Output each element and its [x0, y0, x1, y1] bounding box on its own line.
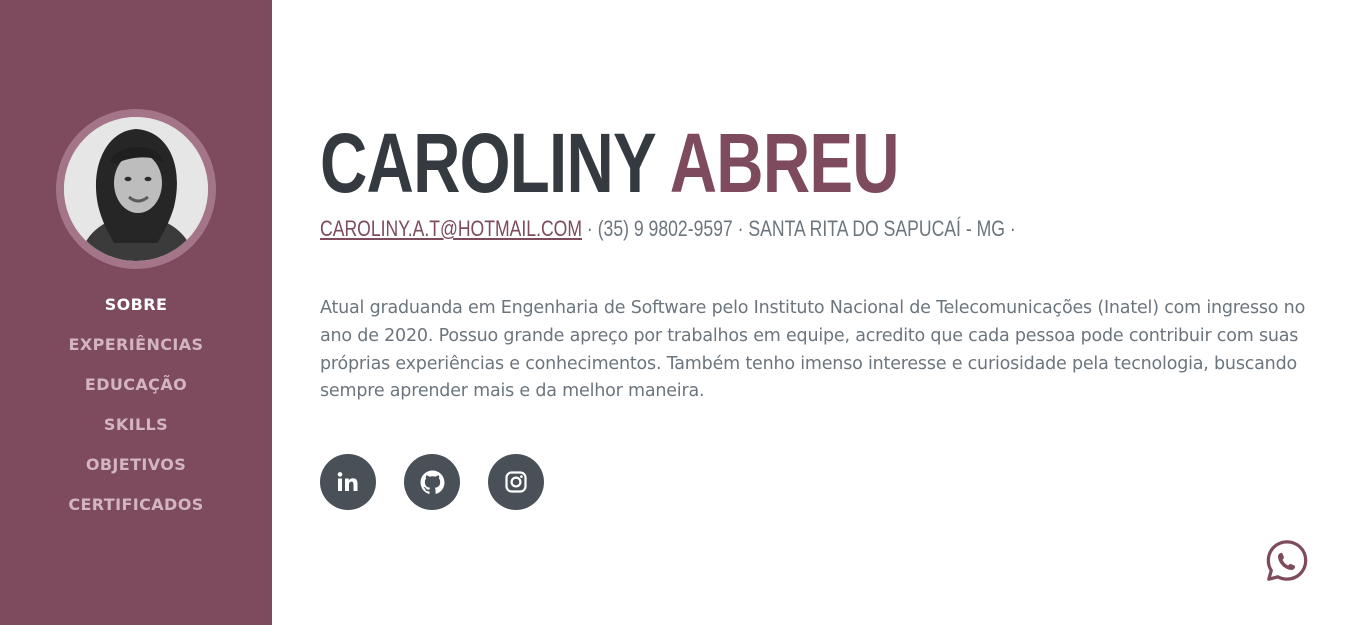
profile-name: CAROLINY ABREU: [320, 116, 900, 210]
instagram-icon: [505, 471, 527, 493]
profile-photo: [56, 109, 216, 269]
phone-number: (35) 9 9802-9597: [597, 216, 733, 241]
about-paragraph: Atual graduanda em Engenharia de Softwar…: [320, 298, 1306, 402]
nav-item-objetivos[interactable]: OBJETIVOS: [0, 453, 272, 493]
whatsapp-button[interactable]: [1264, 538, 1310, 584]
instagram-button[interactable]: [488, 454, 544, 510]
contact-line: CAROLINY.A.T@HOTMAIL.COM · (35) 9 9802-9…: [320, 214, 1016, 244]
github-button[interactable]: [404, 454, 460, 510]
email-link[interactable]: CAROLINY.A.T@HOTMAIL.COM: [320, 216, 582, 241]
nav-item-educacao[interactable]: EDUCAÇÃO: [0, 373, 272, 413]
sidebar-nav: SOBRE EXPERIÊNCIAS EDUCAÇÃO SKILLS OBJET…: [0, 293, 272, 533]
last-name: ABREU: [669, 116, 900, 210]
sidebar: SOBRE EXPERIÊNCIAS EDUCAÇÃO SKILLS OBJET…: [0, 0, 272, 625]
nav-item-certificados[interactable]: CERTIFICADOS: [0, 493, 272, 533]
nav-item-experiencias[interactable]: EXPERIÊNCIAS: [0, 333, 272, 373]
separator: ·: [586, 216, 593, 241]
linkedin-icon: [337, 472, 358, 491]
nav-item-skills[interactable]: SKILLS: [0, 413, 272, 453]
first-name: CAROLINY: [320, 116, 656, 210]
linkedin-button[interactable]: [320, 454, 376, 510]
separator: ·: [1009, 216, 1016, 241]
nav-item-sobre[interactable]: SOBRE: [0, 293, 272, 333]
separator: ·: [737, 216, 744, 241]
whatsapp-icon: [1266, 540, 1308, 581]
social-links: [320, 454, 544, 510]
location: SANTA RITA DO SAPUCAÍ - MG: [748, 216, 1005, 241]
github-icon: [420, 470, 444, 494]
